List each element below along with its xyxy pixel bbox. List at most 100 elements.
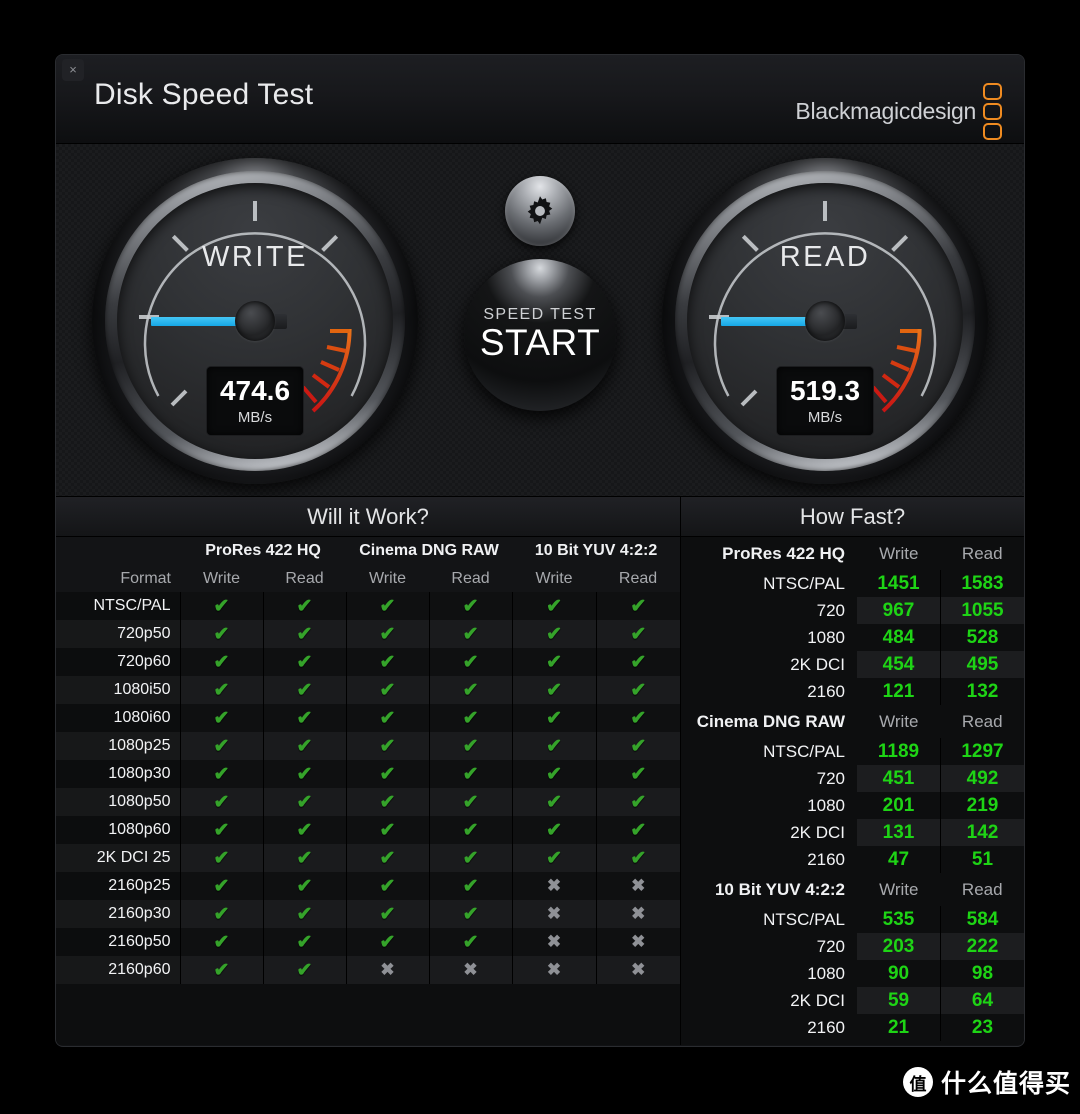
check-icon: ✔ xyxy=(630,707,647,729)
check-icon: ✔ xyxy=(630,819,647,841)
read-value: 519.3 xyxy=(789,374,861,406)
table-row: 1080 201 219 xyxy=(681,792,1024,819)
support-check-cell: ✔ xyxy=(511,592,597,620)
support-check-cell: ✔ xyxy=(428,704,513,732)
check-icon: ✔ xyxy=(213,903,230,925)
gauge-panel: WRITE 474.6 MB/s READ 519.3 MB/s SPEED T… xyxy=(56,144,1024,497)
how-fast-title: How Fast? xyxy=(681,497,1024,537)
check-icon: ✔ xyxy=(296,903,313,925)
table-row: 2K DCI 454 495 xyxy=(681,651,1024,678)
check-icon: ✔ xyxy=(296,595,313,617)
table-row: 1080p30 ✔ ✔ ✔ ✔ ✔ ✔ xyxy=(56,760,681,788)
col-prores-write: Write xyxy=(180,565,263,592)
check-icon: ✔ xyxy=(213,707,230,729)
cross-icon: ✖ xyxy=(631,876,646,895)
cross-icon: ✖ xyxy=(546,960,562,979)
close-button[interactable]: × xyxy=(62,59,84,81)
support-check-cell: ✔ xyxy=(262,956,347,984)
support-check-cell: ✔ xyxy=(262,648,347,676)
check-icon: ✔ xyxy=(462,623,479,645)
table-row: 2K DCI 25 ✔ ✔ ✔ ✔ ✔ ✔ xyxy=(56,844,681,872)
watermark: 值 什么值得买 xyxy=(902,1064,1071,1100)
read-unit: MB/s xyxy=(807,408,843,426)
support-check-cell: ✔ xyxy=(428,648,513,676)
resolution-label: 1080 xyxy=(807,627,846,647)
write-gauge-hub xyxy=(235,301,275,341)
support-check-cell: ✔ xyxy=(262,872,347,900)
support-check-cell: ✔ xyxy=(345,816,430,844)
table-row: NTSC/PAL 535 584 xyxy=(681,906,1024,933)
col-yuv-write: Write xyxy=(512,565,597,592)
check-icon: ✔ xyxy=(462,903,479,925)
read-speed-value: 495 xyxy=(940,651,1024,678)
group-write-label: Write xyxy=(879,711,919,731)
table-row: 720 451 492 xyxy=(681,765,1024,792)
check-icon: ✔ xyxy=(462,763,479,785)
check-icon: ✔ xyxy=(379,819,396,841)
check-icon: ✔ xyxy=(546,595,562,617)
check-icon: ✔ xyxy=(379,651,396,673)
write-speed-value: 454 xyxy=(857,651,941,678)
table-row: 720p50 ✔ ✔ ✔ ✔ ✔ ✔ xyxy=(56,620,681,648)
check-icon: ✔ xyxy=(379,595,396,617)
cross-icon: ✖ xyxy=(631,932,646,951)
group-codec-name: 10 Bit YUV 4:2:2 xyxy=(714,879,846,899)
check-icon: ✔ xyxy=(213,791,230,813)
write-speed-value: 1189 xyxy=(857,738,941,765)
start-button-label: START xyxy=(479,322,601,363)
check-icon: ✔ xyxy=(630,651,647,673)
check-icon: ✔ xyxy=(296,623,313,645)
group-read-label: Read xyxy=(961,711,1003,731)
gear-icon xyxy=(527,196,553,225)
support-check-cell: ✔ xyxy=(345,704,430,732)
table-row: NTSC/PAL ✔ ✔ ✔ ✔ ✔ ✔ xyxy=(56,592,681,620)
table-row: 2160p50 ✔ ✔ ✔ ✔ ✖ ✖ xyxy=(56,928,681,956)
resolution-label: NTSC/PAL xyxy=(763,741,846,761)
support-check-cell: ✔ xyxy=(179,872,263,900)
support-check-cell: ✔ xyxy=(428,592,513,620)
watermark-badge-icon: 值 xyxy=(902,1067,933,1097)
cross-icon: ✖ xyxy=(631,960,646,979)
codec-group-prores: ProRes 422 HQ xyxy=(180,537,347,565)
check-icon: ✔ xyxy=(296,931,313,953)
support-check-cell: ✔ xyxy=(262,788,347,816)
read-gauge-hub xyxy=(805,301,845,341)
check-icon: ✔ xyxy=(379,847,396,869)
support-check-cell: ✔ xyxy=(428,872,513,900)
support-check-cell: ✔ xyxy=(595,788,681,816)
support-check-cell: ✔ xyxy=(262,844,347,872)
write-speed-value: 967 xyxy=(857,597,941,624)
read-gauge-face: READ 519.3 MB/s xyxy=(687,183,963,459)
settings-button[interactable] xyxy=(505,176,575,246)
format-label: 1080i50 xyxy=(56,676,180,704)
resolution-label: 2K DCI xyxy=(790,654,846,674)
format-label: 720p50 xyxy=(56,620,180,648)
resolution-label: 2K DCI xyxy=(790,822,846,842)
support-check-cell: ✔ xyxy=(345,928,430,956)
check-icon: ✔ xyxy=(462,595,479,617)
read-readout: 519.3 MB/s xyxy=(777,367,873,435)
support-check-cell: ✔ xyxy=(179,760,263,788)
group-codec-name: ProRes 422 HQ xyxy=(722,543,846,563)
write-speed-value: 484 xyxy=(857,624,941,651)
table-row: 2160p30 ✔ ✔ ✔ ✔ ✖ ✖ xyxy=(56,900,681,928)
table-row: 1080 484 528 xyxy=(681,624,1024,651)
read-speed-value: 1297 xyxy=(940,738,1024,765)
write-unit: MB/s xyxy=(237,408,273,426)
how-fast-group-header: 10 Bit YUV 4:2:2 Write Read xyxy=(681,873,1024,906)
cross-icon: ✖ xyxy=(631,904,646,923)
how-fast-group-header: Cinema DNG RAW Write Read xyxy=(681,705,1024,738)
speed-test-start-button[interactable]: SPEED TEST START xyxy=(464,259,616,411)
support-check-cell: ✔ xyxy=(179,816,263,844)
support-check-cell: ✔ xyxy=(595,816,681,844)
support-check-cell: ✔ xyxy=(262,676,347,704)
group-codec-name: Cinema DNG RAW xyxy=(696,711,846,731)
how-fast-pane: How Fast? ProRes 422 HQ Write Read NTSC/PAL… xyxy=(681,497,1024,1045)
resolution-label: NTSC/PAL xyxy=(763,909,846,929)
check-icon: ✔ xyxy=(296,875,313,897)
support-check-cell: ✔ xyxy=(511,816,597,844)
check-icon: ✔ xyxy=(296,847,313,869)
support-check-cell: ✔ xyxy=(428,900,513,928)
support-check-cell: ✔ xyxy=(179,592,263,620)
read-speed-value: 23 xyxy=(940,1014,1024,1041)
